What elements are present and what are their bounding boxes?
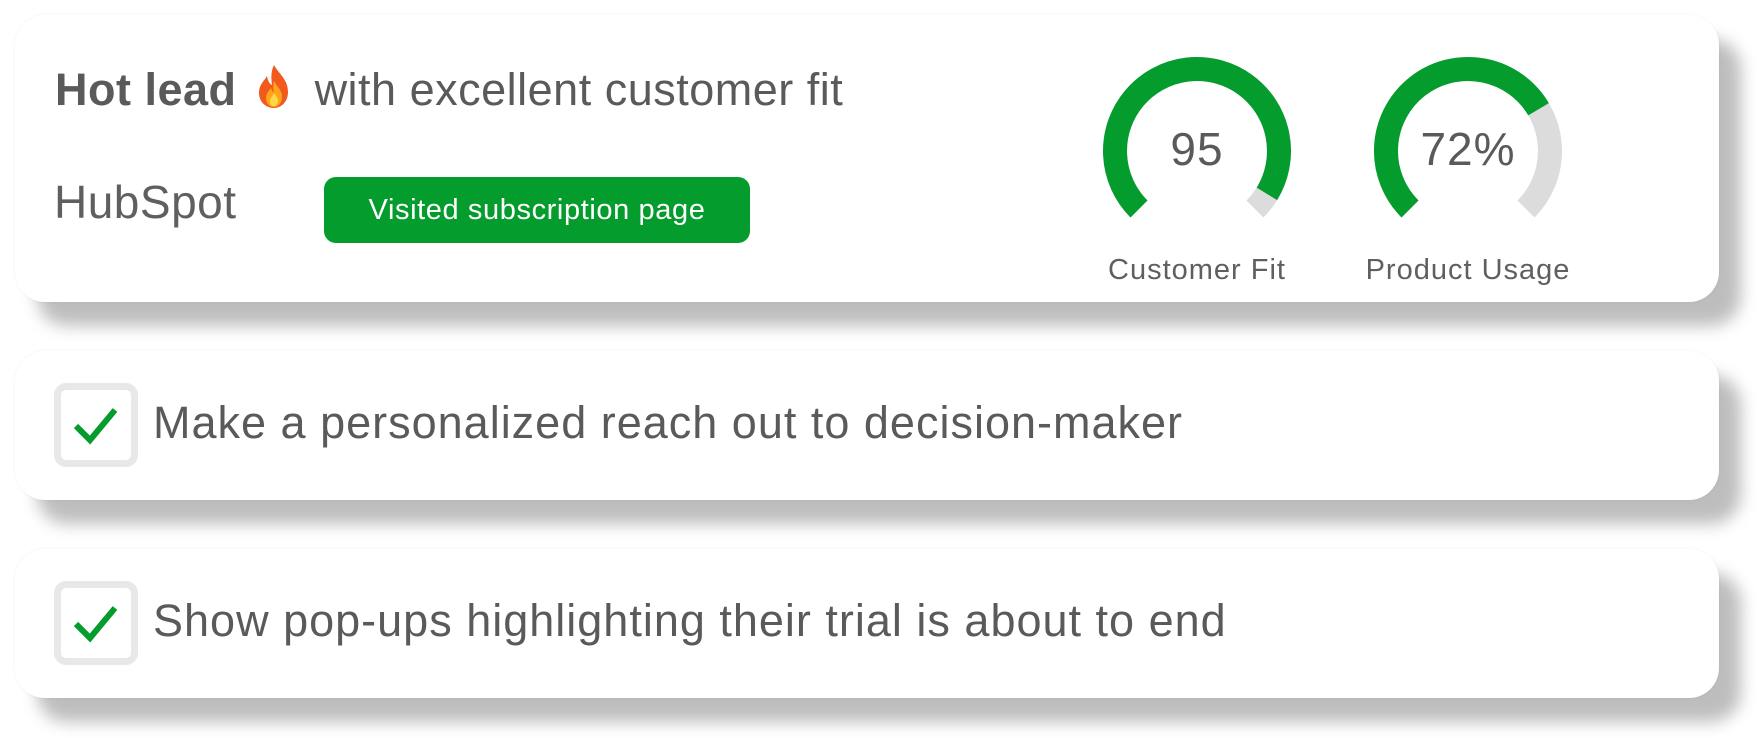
lead-summary-card: Hot lead with excellent customer fit Hub… — [15, 15, 1719, 302]
lead-insights-panel: Hot lead with excellent customer fit Hub… — [0, 0, 1764, 744]
check-icon — [73, 606, 118, 643]
check-icon — [73, 408, 118, 445]
customer-fit-gauge: 95 Customer Fit — [1087, 41, 1307, 291]
lead-temperature: Hot lead — [55, 64, 237, 115]
activity-tag: Visited subscription page — [324, 177, 750, 243]
fire-icon — [254, 63, 294, 121]
customer-fit-label: Customer Fit — [1108, 254, 1286, 286]
task-card: Show pop-ups highlighting their trial is… — [15, 549, 1719, 698]
lead-headline: Hot lead with excellent customer fit — [55, 63, 843, 121]
task-checkbox[interactable] — [54, 383, 138, 467]
task-card: Make a personalized reach out to decisio… — [15, 351, 1719, 500]
task-checkbox[interactable] — [54, 581, 138, 665]
product-usage-score: 72% — [1420, 123, 1516, 175]
product-usage-gauge: 72% Product Usage — [1358, 41, 1578, 291]
customer-fit-score: 95 — [1170, 123, 1224, 175]
lead-headline-text: with excellent customer fit — [314, 64, 844, 115]
task-label: Make a personalized reach out to decisio… — [153, 397, 1184, 448]
product-usage-label: Product Usage — [1365, 254, 1571, 286]
task-label: Show pop-ups highlighting their trial is… — [153, 595, 1227, 646]
company-name: HubSpot — [54, 176, 237, 228]
